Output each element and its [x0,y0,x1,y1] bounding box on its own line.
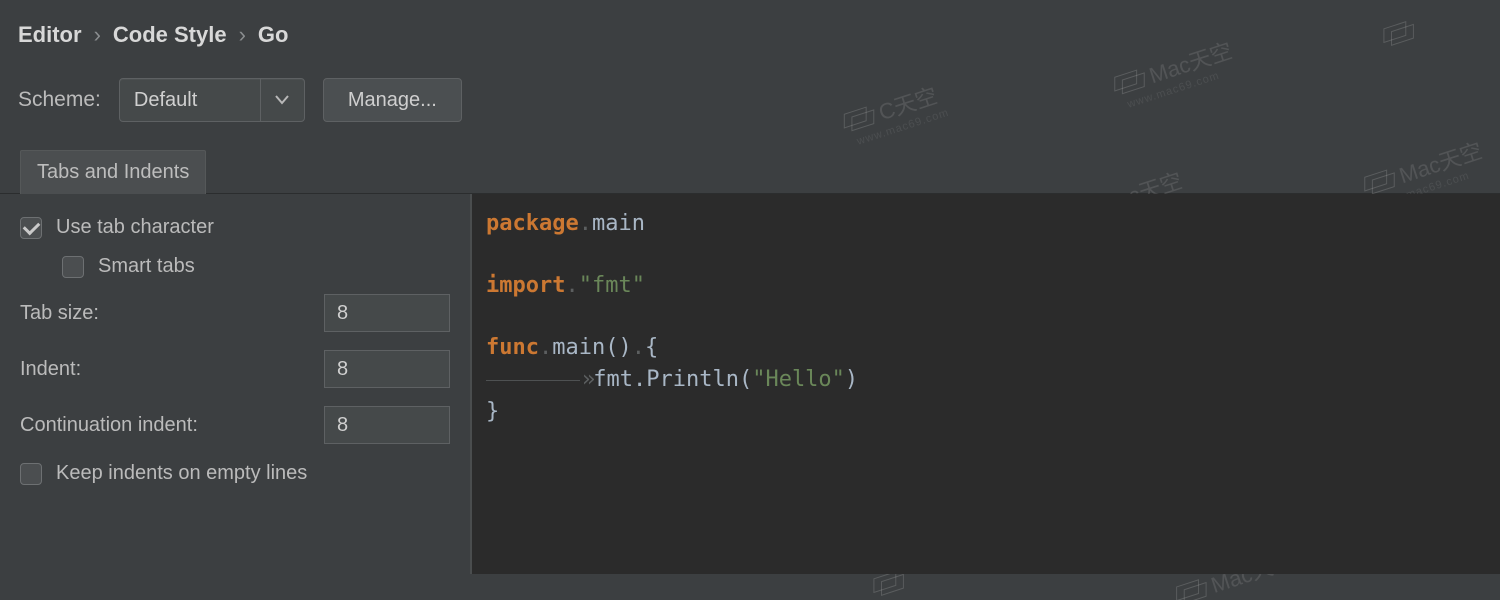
content-area: Use tab character Smart tabs Tab size: I… [0,194,1500,574]
breadcrumb-item-code-style[interactable]: Code Style [113,22,227,48]
tab-indent-guide [486,380,580,381]
continuation-indent-input[interactable] [324,406,450,444]
settings-form: Use tab character Smart tabs Tab size: I… [0,194,470,574]
scheme-dropdown[interactable]: Default [119,78,305,122]
package-name: main [592,211,645,236]
tab-size-label: Tab size: [20,302,99,325]
tab-size-row: Tab size: [20,294,450,332]
use-tab-character-label: Use tab character [56,216,214,239]
manage-button[interactable]: Manage... [323,78,462,122]
code-line: package.main [486,208,1486,240]
breadcrumb-separator: › [239,22,246,48]
code-line: import."fmt" [486,270,1486,302]
smart-tabs-label: Smart tabs [98,255,195,278]
indent-label: Indent: [20,358,81,381]
chevron-down-icon[interactable] [260,79,304,121]
string-hello: "Hello" [752,367,845,392]
breadcrumb-separator: › [94,22,101,48]
blank-line [486,240,1486,270]
scheme-label: Scheme: [18,88,101,112]
call-fmt-println: fmt.Println( [593,367,752,392]
func-parens: () [605,335,632,360]
use-tab-character-row[interactable]: Use tab character [20,216,450,239]
tab-arrow-icon: » [582,367,593,392]
scheme-dropdown-value: Default [120,89,260,112]
code-line: func.main().{ [486,332,1486,364]
keyword-package: package [486,211,579,236]
tab-strip: Tabs and Indents [0,148,1500,194]
keyword-import: import [486,273,565,298]
continuation-indent-row: Continuation indent: [20,406,450,444]
breadcrumb-item-editor[interactable]: Editor [18,22,82,48]
call-close-paren: ) [845,367,858,392]
brace-open: { [645,335,658,360]
breadcrumb-item-go: Go [258,22,289,48]
indent-row: Indent: [20,350,450,388]
keep-indents-empty-checkbox[interactable] [20,463,42,485]
keep-indents-empty-label: Keep indents on empty lines [56,462,307,485]
breadcrumb: Editor › Code Style › Go [0,0,1500,58]
func-name: main [552,335,605,360]
indent-input[interactable] [324,350,450,388]
keep-indents-empty-row[interactable]: Keep indents on empty lines [20,462,450,485]
brace-close: } [486,399,499,424]
smart-tabs-checkbox[interactable] [62,256,84,278]
smart-tabs-row[interactable]: Smart tabs [62,255,450,278]
import-string: "fmt" [579,273,645,298]
blank-line [486,302,1486,332]
scheme-row: Scheme: Default Manage... [0,58,1500,148]
use-tab-character-checkbox[interactable] [20,217,42,239]
tab-size-input[interactable] [324,294,450,332]
tab-tabs-and-indents[interactable]: Tabs and Indents [20,150,206,194]
code-line: } [486,396,1486,428]
keyword-func: func [486,335,539,360]
code-line: »fmt.Println("Hello") [486,364,1486,396]
code-preview: package.main import."fmt" func.main().{ … [470,194,1500,574]
continuation-indent-label: Continuation indent: [20,414,198,437]
